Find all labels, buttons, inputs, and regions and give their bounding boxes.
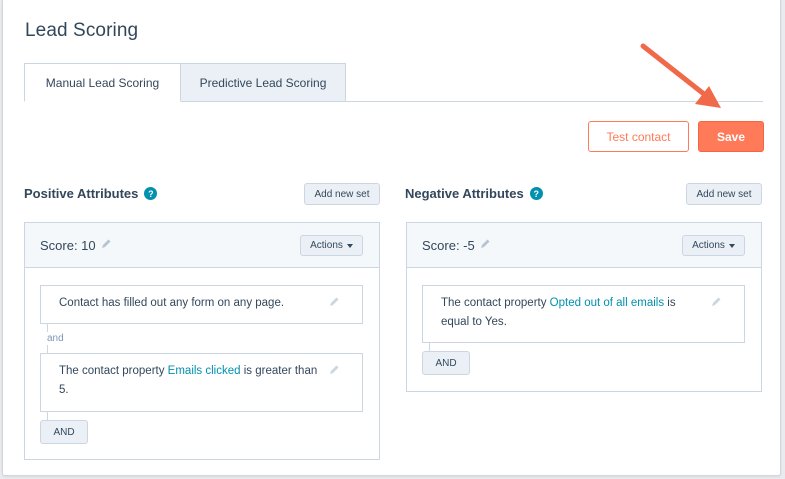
positive-attributes-heading: Positive Attributes ? xyxy=(24,186,158,201)
actions-label: Actions xyxy=(310,240,343,251)
rule-text: is xyxy=(664,297,676,309)
negative-actions-button[interactable]: Actions xyxy=(682,235,745,256)
rule-property-link[interactable]: Emails clicked xyxy=(168,365,241,377)
negative-rule-1[interactable]: The contact property Opted out of all em… xyxy=(422,285,745,343)
actions-label: Actions xyxy=(692,240,725,251)
positive-and-button[interactable]: AND xyxy=(40,420,88,444)
positive-attribute-set: Score: 10 Actions Contact has filled out… xyxy=(24,222,380,460)
rule-text: equal to xyxy=(441,316,485,328)
negative-score-label: Score: -5 xyxy=(422,238,475,253)
pencil-icon[interactable] xyxy=(328,364,340,383)
rule-value: Yes xyxy=(484,316,504,328)
and-connector-label: and xyxy=(47,333,64,344)
pencil-icon[interactable] xyxy=(710,296,722,315)
help-icon[interactable]: ? xyxy=(529,187,543,200)
negative-attribute-set: Score: -5 Actions The contact property O… xyxy=(406,222,762,392)
rule-connector xyxy=(429,343,430,351)
tab-predictive-lead-scoring[interactable]: Predictive Lead Scoring xyxy=(181,63,346,102)
caret-down-icon xyxy=(728,243,735,248)
rule-text: . xyxy=(280,297,285,309)
arrow-annotation-icon xyxy=(640,43,721,108)
pencil-icon[interactable] xyxy=(479,238,491,253)
positive-set-header: Score: 10 Actions xyxy=(25,223,379,268)
positive-score: Score: 10 xyxy=(40,238,112,253)
rule-value: any form xyxy=(169,297,215,309)
negative-set-header: Score: -5 Actions xyxy=(407,223,761,268)
test-contact-button[interactable]: Test contact xyxy=(588,121,689,152)
page-title: Lead Scoring xyxy=(25,20,139,41)
pencil-icon[interactable] xyxy=(328,296,340,315)
negative-and-button[interactable]: AND xyxy=(422,351,470,375)
pencil-icon[interactable] xyxy=(100,238,112,253)
rule-text: The contact property xyxy=(441,297,550,309)
positive-rule-1[interactable]: Contact has filled out any form on any p… xyxy=(40,285,363,324)
tab-bar: Manual Lead Scoring Predictive Lead Scor… xyxy=(24,63,346,102)
positive-rule-2[interactable]: The contact property Emails clicked is g… xyxy=(40,353,363,412)
app-window: Lead Scoring Manual Lead Scoring Predict… xyxy=(2,0,781,476)
help-icon[interactable]: ? xyxy=(144,187,158,200)
rule-text: Contact has filled out xyxy=(59,297,170,309)
caret-down-icon xyxy=(346,243,353,248)
rule-text: The contact property xyxy=(59,365,168,377)
rule-property-link[interactable]: Opted out of all emails xyxy=(550,297,664,309)
rule-text: . xyxy=(65,384,69,396)
rule-connector xyxy=(47,412,48,420)
rule-connector xyxy=(47,345,48,353)
negative-attributes-heading: Negative Attributes ? xyxy=(405,186,543,201)
negative-attributes-title: Negative Attributes xyxy=(405,186,524,201)
rule-connector xyxy=(47,324,48,332)
positive-attributes-title: Positive Attributes xyxy=(24,186,139,201)
negative-add-new-set-button[interactable]: Add new set xyxy=(686,183,762,205)
positive-add-new-set-button[interactable]: Add new set xyxy=(304,183,380,205)
negative-score: Score: -5 xyxy=(422,238,491,253)
rule-text: . xyxy=(503,316,507,328)
rule-value: any page xyxy=(233,297,281,309)
positive-score-label: Score: 10 xyxy=(40,238,96,253)
positive-actions-button[interactable]: Actions xyxy=(300,235,363,256)
rule-text: is greater than xyxy=(240,365,318,377)
save-button[interactable]: Save xyxy=(698,121,764,152)
tab-manual-lead-scoring[interactable]: Manual Lead Scoring xyxy=(24,63,181,102)
rule-text: on xyxy=(214,297,234,309)
